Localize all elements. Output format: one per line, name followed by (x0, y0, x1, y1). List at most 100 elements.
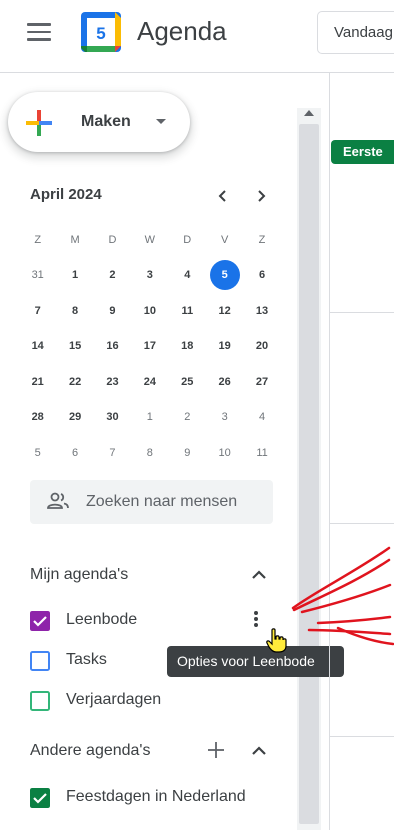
checkbox-unchecked-icon[interactable] (30, 651, 50, 671)
top-bar: 5 Agenda Vandaag (0, 0, 394, 66)
other-calendars-heading[interactable]: Andere agenda's (30, 742, 150, 760)
day-cell[interactable]: 2 (94, 258, 131, 294)
chevron-right-icon[interactable] (246, 181, 276, 211)
day-cell[interactable]: 11 (243, 435, 280, 471)
day-cell[interactable]: 8 (56, 293, 93, 329)
sidebar-scrollbar[interactable] (297, 108, 321, 830)
day-cell[interactable]: 17 (131, 329, 168, 365)
day-cell[interactable]: 1 (131, 400, 168, 436)
day-cell[interactable]: 19 (206, 329, 243, 365)
grid-line (330, 523, 394, 524)
day-cell[interactable]: 29 (56, 400, 93, 436)
calendar-logo-day: 5 (96, 24, 105, 43)
calendar-item-label: Feestdagen in Nederland (66, 788, 246, 805)
plus-icon[interactable] (205, 739, 227, 761)
week-row: 31 1 2 3 4 5 6 (19, 258, 281, 294)
day-cell-today[interactable]: 5 (206, 258, 243, 294)
chevron-up-icon[interactable] (248, 740, 270, 762)
week-row: 5 6 7 8 9 10 11 (19, 435, 281, 471)
day-cell[interactable]: 6 (243, 258, 280, 294)
grid-line (330, 312, 394, 313)
calendar-item-feestdagen[interactable]: Feestdagen in Nederland (30, 784, 280, 814)
day-cell[interactable]: 18 (169, 329, 206, 365)
day-cell[interactable]: 10 (131, 293, 168, 329)
day-cell[interactable]: 25 (169, 364, 206, 400)
day-cell[interactable]: 11 (169, 293, 206, 329)
week-row: 7 8 9 10 11 12 13 (19, 293, 281, 329)
app-title: Agenda (137, 16, 227, 46)
calendar-item-label: Leenbode (66, 611, 138, 628)
day-cell[interactable]: 7 (19, 293, 56, 329)
day-cell[interactable]: 21 (19, 364, 56, 400)
scrollbar-thumb[interactable] (299, 124, 319, 824)
checkbox-checked-icon[interactable] (30, 788, 50, 808)
day-cell[interactable]: 4 (243, 400, 280, 436)
day-cell[interactable]: 28 (19, 400, 56, 436)
day-cell[interactable]: 3 (131, 258, 168, 294)
main-area-divider (329, 72, 330, 830)
tooltip: Opties voor Leenbode (167, 646, 344, 677)
colored-plus-icon (26, 110, 52, 136)
day-cell[interactable]: 16 (94, 329, 131, 365)
day-cell[interactable]: 9 (169, 435, 206, 471)
chevron-left-icon[interactable] (208, 181, 238, 211)
weekday-label: Z (258, 233, 266, 246)
day-cell[interactable]: 23 (94, 364, 131, 400)
day-cell[interactable]: 5 (19, 435, 56, 471)
scroll-up-arrow-icon[interactable] (304, 110, 314, 116)
day-cell[interactable]: 22 (56, 364, 93, 400)
chevron-up-icon[interactable] (248, 564, 270, 586)
mini-calendar-month: April 2024 (30, 186, 102, 203)
day-cell[interactable]: 20 (243, 329, 280, 365)
day-cell[interactable]: 27 (243, 364, 280, 400)
sidebar: Maken April 2024 Z M D W D V Z 31 1 2 3 … (0, 72, 320, 830)
day-cell[interactable]: 9 (94, 293, 131, 329)
more-options-icon[interactable] (249, 609, 263, 631)
calendar-item-label: Tasks (66, 651, 107, 668)
day-cell[interactable]: 15 (56, 329, 93, 365)
create-button[interactable]: Maken (8, 92, 190, 152)
day-cell[interactable]: 1 (56, 258, 93, 294)
calendar-item-verjaardagen[interactable]: Verjaardagen (30, 687, 280, 717)
day-cell[interactable]: 4 (169, 258, 206, 294)
day-cell[interactable]: 24 (131, 364, 168, 400)
day-cell[interactable]: 12 (206, 293, 243, 329)
day-cell[interactable]: 14 (19, 329, 56, 365)
search-people-input[interactable]: Zoeken naar mensen (30, 480, 273, 524)
weekday-label: Z (34, 233, 42, 246)
weekday-label: W (144, 233, 156, 246)
caret-down-icon (156, 119, 166, 124)
today-marker: 5 (209, 260, 240, 291)
day-cell[interactable]: 6 (56, 435, 93, 471)
create-button-label: Maken (81, 113, 131, 130)
grid-line (330, 736, 394, 737)
day-cell[interactable]: 10 (206, 435, 243, 471)
day-cell[interactable]: 3 (206, 400, 243, 436)
event-chip[interactable]: Eerste (331, 140, 394, 164)
day-cell[interactable]: 2 (169, 400, 206, 436)
mini-calendar: Z M D W D V Z 31 1 2 3 4 5 6 7 8 9 10 11… (19, 222, 281, 471)
day-cell[interactable]: 8 (131, 435, 168, 471)
weekday-header-row: Z M D W D V Z (19, 222, 281, 258)
day-cell[interactable]: 30 (94, 400, 131, 436)
my-calendars-heading[interactable]: Mijn agenda's (30, 566, 128, 584)
week-row: 28 29 30 1 2 3 4 (19, 400, 281, 436)
day-cell[interactable]: 26 (206, 364, 243, 400)
week-row: 14 15 16 17 18 19 20 (19, 329, 281, 365)
weekday-label: M (70, 233, 80, 246)
calendar-item-leenbode[interactable]: Leenbode (30, 607, 280, 637)
calendar-logo-icon[interactable]: 5 (80, 11, 122, 53)
day-cell[interactable]: 31 (19, 258, 56, 294)
week-row: 21 22 23 24 25 26 27 (19, 364, 281, 400)
calendar-item-label: Verjaardagen (66, 691, 162, 708)
day-cell[interactable]: 7 (94, 435, 131, 471)
weekday-label: D (183, 233, 192, 246)
people-icon (47, 492, 69, 509)
weekday-label: V (220, 233, 229, 246)
main-menu-icon[interactable] (22, 20, 56, 46)
today-button[interactable]: Vandaag (317, 11, 394, 54)
day-cell[interactable]: 13 (243, 293, 280, 329)
checkbox-unchecked-icon[interactable] (30, 691, 50, 711)
checkbox-checked-icon[interactable] (30, 611, 50, 631)
weekday-label: D (108, 233, 117, 246)
